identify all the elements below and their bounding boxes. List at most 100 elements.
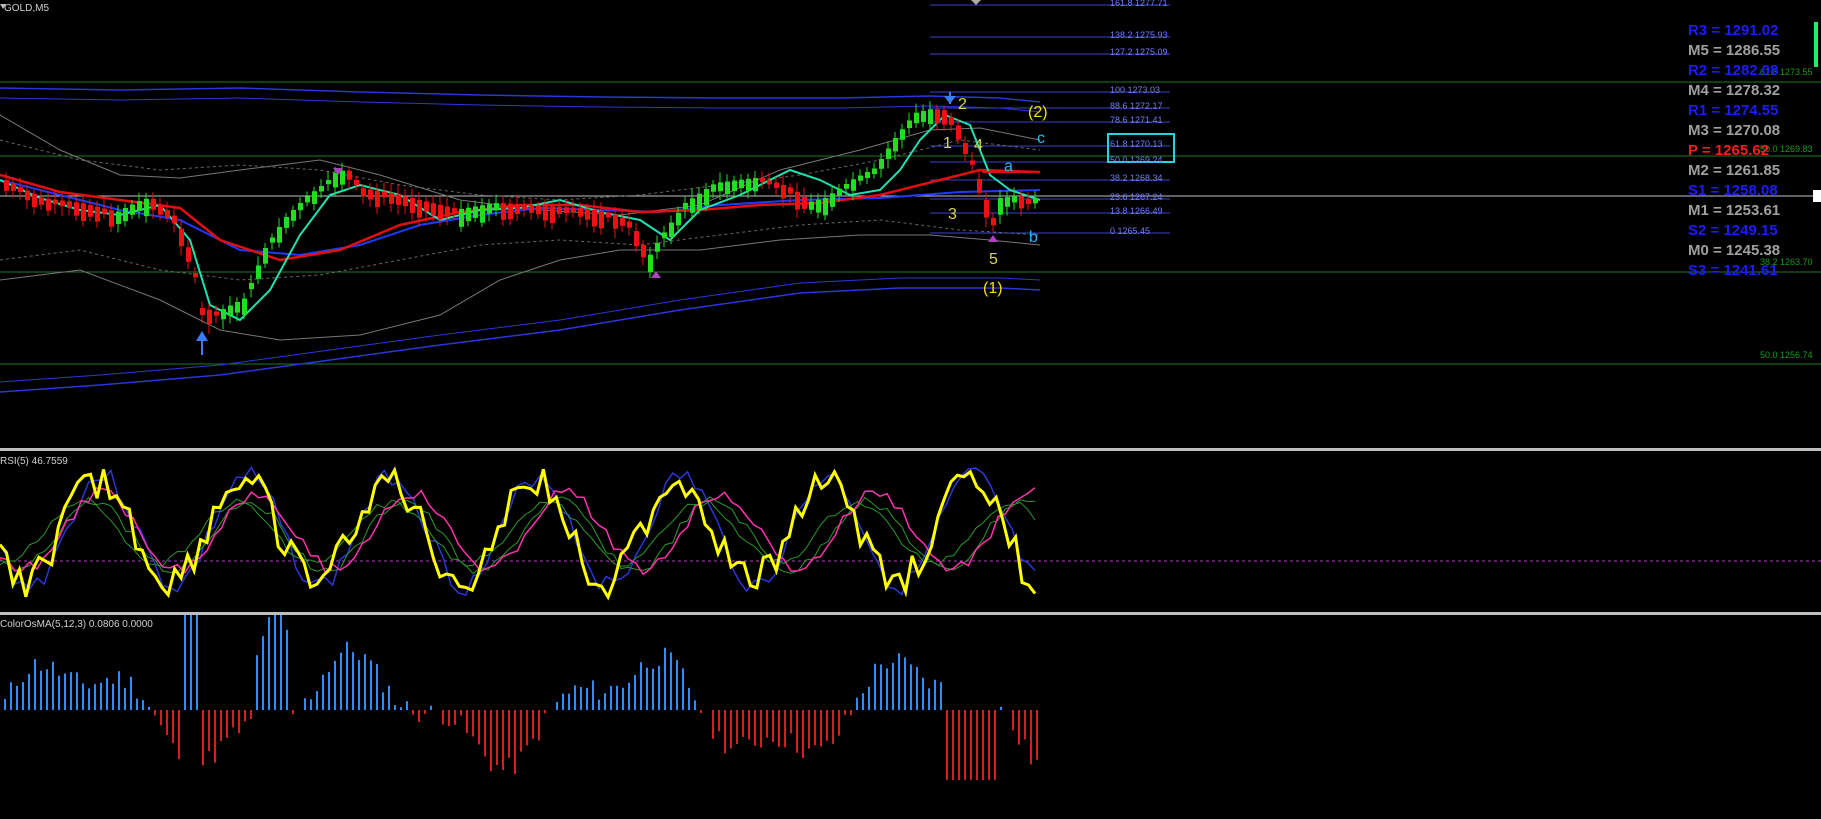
candle-body xyxy=(879,159,884,169)
candle-body xyxy=(466,207,471,222)
osma-bar xyxy=(580,687,582,710)
fib-level-label: 61.8 1270.13 xyxy=(1110,139,1163,149)
candle-body xyxy=(445,206,450,217)
osma-bar xyxy=(934,679,936,710)
candle-body xyxy=(823,198,828,216)
osma-bar xyxy=(250,710,252,720)
candle-body xyxy=(578,207,583,217)
osma-bar xyxy=(754,710,756,746)
candle-body xyxy=(459,208,464,227)
osma-bar xyxy=(628,682,630,710)
candle-body xyxy=(795,191,800,210)
candle-body xyxy=(74,202,79,216)
osma-bar xyxy=(532,710,534,739)
osma-bar xyxy=(868,686,870,710)
pivot-level-label: S2 = 1249.15 xyxy=(1688,222,1778,239)
elliott-wave-label: (1) xyxy=(983,280,1003,297)
candle-body xyxy=(774,182,779,188)
candle-body xyxy=(305,196,310,203)
osma-bar xyxy=(880,664,882,710)
osma-bar xyxy=(346,641,348,710)
candle-body xyxy=(81,203,86,222)
candle-body xyxy=(424,201,429,212)
osma-bar xyxy=(784,710,786,748)
osma-bar xyxy=(514,710,516,775)
osma-bar xyxy=(922,677,924,710)
osma-bar xyxy=(262,636,264,710)
candle-body xyxy=(809,201,814,210)
osma-bar xyxy=(952,710,954,780)
candle-body xyxy=(312,191,317,204)
osma-bar xyxy=(598,699,600,710)
main-chart-pane[interactable]: GOLD,M5 161.8 1277.71 138.2 1275.93 127.2 … xyxy=(0,0,1821,448)
candle-body xyxy=(277,227,282,243)
osma-bar xyxy=(484,710,486,757)
pivot-level-label: R3 = 1291.02 xyxy=(1688,22,1779,39)
candle-body xyxy=(921,111,926,122)
candle-body xyxy=(158,204,163,215)
candle-body xyxy=(998,198,1003,215)
price-chart[interactable] xyxy=(0,0,1821,448)
osma-bar xyxy=(958,710,960,780)
fib-level-label: 50.0 1269.24 xyxy=(1110,155,1163,165)
osma-bar xyxy=(886,668,888,710)
candle-body xyxy=(130,204,135,215)
osma-bar xyxy=(76,672,78,710)
fib-level-label: 0 1265.45 xyxy=(1110,226,1151,236)
osma-bar xyxy=(352,652,354,710)
osma-bar xyxy=(730,710,732,749)
pivot-level-label: M0 = 1245.38 xyxy=(1688,242,1781,259)
candle-body xyxy=(893,138,898,152)
fib-level-label: 88.6 1272.17 xyxy=(1110,101,1163,111)
osma-bar xyxy=(466,710,468,734)
osma-bar xyxy=(508,710,510,758)
fib-level-label: 138.2 1275.93 xyxy=(1110,30,1168,40)
candle-body xyxy=(816,199,821,213)
osma-bar xyxy=(568,693,570,710)
candle-body xyxy=(977,179,982,193)
candle-body xyxy=(46,198,51,211)
candle-body xyxy=(438,204,443,220)
osma-bar xyxy=(928,688,930,710)
osma-bar xyxy=(634,674,636,710)
osma-bar xyxy=(1024,710,1026,740)
candle-body xyxy=(641,245,646,258)
osma-bar xyxy=(742,710,744,737)
candle-body xyxy=(361,188,366,197)
osma-bar xyxy=(214,710,216,763)
candle-body xyxy=(1019,196,1024,209)
candle-body xyxy=(151,198,156,210)
osma-bar xyxy=(316,691,318,710)
candle-body xyxy=(207,309,212,325)
osma-bar xyxy=(802,710,804,758)
candle-body xyxy=(123,208,128,222)
candle-body xyxy=(116,211,121,224)
rsi-pane[interactable]: RSI(5) 46.7559 xyxy=(0,451,1821,612)
osma-bar xyxy=(430,705,432,710)
candle-body xyxy=(403,196,408,207)
osma-bar xyxy=(442,710,444,725)
osma-title: ColorOsMA(5,12,3) 0.0806 0.0000 xyxy=(0,619,153,630)
osma-pane[interactable]: ColorOsMA(5,12,3) 0.0806 0.0000 xyxy=(0,615,1821,819)
candle-body xyxy=(221,309,226,320)
candle-body xyxy=(165,210,170,218)
candle-body xyxy=(739,179,744,189)
candle-body xyxy=(767,180,772,185)
candle-body xyxy=(431,203,436,216)
osma-bar xyxy=(964,710,966,780)
osma-bar xyxy=(658,665,660,710)
candle-body xyxy=(963,143,968,154)
osma-bar xyxy=(256,655,258,710)
rsi-title: RSI(5) 46.7559 xyxy=(0,456,68,467)
osma-bar xyxy=(736,710,738,745)
osma-bar xyxy=(124,687,126,710)
candle-body xyxy=(627,221,632,228)
candle-body xyxy=(60,200,65,207)
osma-bar xyxy=(70,672,72,710)
candle-body xyxy=(291,210,296,221)
candle-body xyxy=(900,129,905,140)
candle-body xyxy=(669,222,674,238)
candle-body xyxy=(648,254,653,273)
osma-bar xyxy=(268,617,270,710)
candle-body xyxy=(494,203,499,211)
